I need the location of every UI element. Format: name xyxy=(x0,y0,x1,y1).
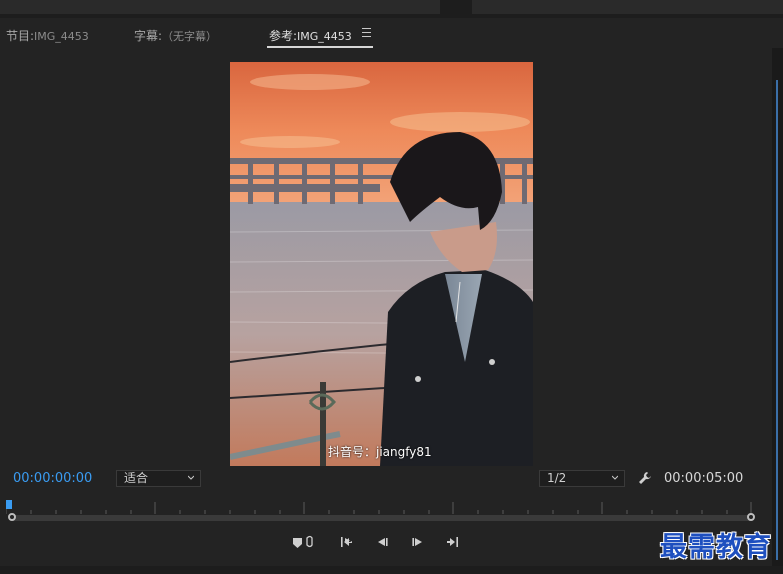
panel-menu-icon[interactable] xyxy=(362,28,371,37)
playback-resolution-value: 1/2 xyxy=(547,471,567,485)
playback-resolution-select[interactable]: 1/2 xyxy=(539,470,625,487)
right-panel-edge xyxy=(772,48,783,574)
active-tab-underline xyxy=(267,46,373,48)
go-to-out-icon[interactable] xyxy=(444,534,460,550)
tab-reference[interactable]: 参考:IMG_4453 xyxy=(269,27,352,44)
chevron-down-icon xyxy=(612,475,618,480)
current-timecode[interactable]: 00:00:00:00 xyxy=(13,471,92,486)
video-watermark: 抖音号：jiangfy81 xyxy=(328,445,432,459)
video-frame-image xyxy=(230,62,533,466)
top-tab-group-stub xyxy=(0,0,440,14)
top-panel-stub xyxy=(472,0,783,14)
step-forward-icon[interactable] xyxy=(410,534,426,550)
playhead-marker[interactable] xyxy=(6,500,12,509)
tab-program[interactable]: 节目:IMG_4453 xyxy=(6,27,89,44)
wrench-icon[interactable] xyxy=(638,471,652,485)
zoom-scroll-handle-right[interactable] xyxy=(747,513,755,521)
brand-logo-text: 最需教育 xyxy=(660,532,772,563)
zoom-fit-value: 适合 xyxy=(124,471,149,485)
tab-captions[interactable]: 字幕:（无字幕） xyxy=(134,27,217,44)
bottom-panel-strip xyxy=(0,566,783,574)
top-panel-strip xyxy=(0,0,783,18)
zoom-fit-select[interactable]: 适合 xyxy=(116,470,201,487)
go-to-in-icon[interactable] xyxy=(339,534,355,550)
step-back-icon[interactable] xyxy=(374,534,390,550)
add-marker-icon[interactable] xyxy=(292,534,318,550)
video-frame xyxy=(230,62,533,466)
zoom-scroll-handle-left[interactable] xyxy=(8,513,16,521)
zoom-scroll-bar[interactable] xyxy=(12,515,752,521)
time-ruler[interactable] xyxy=(6,496,766,514)
panel-tab-bar: 节目:IMG_4453 字幕:（无字幕） 参考:IMG_4453 xyxy=(0,22,772,48)
duration-timecode: 00:00:05:00 xyxy=(664,471,744,486)
chevron-down-icon xyxy=(188,475,194,480)
